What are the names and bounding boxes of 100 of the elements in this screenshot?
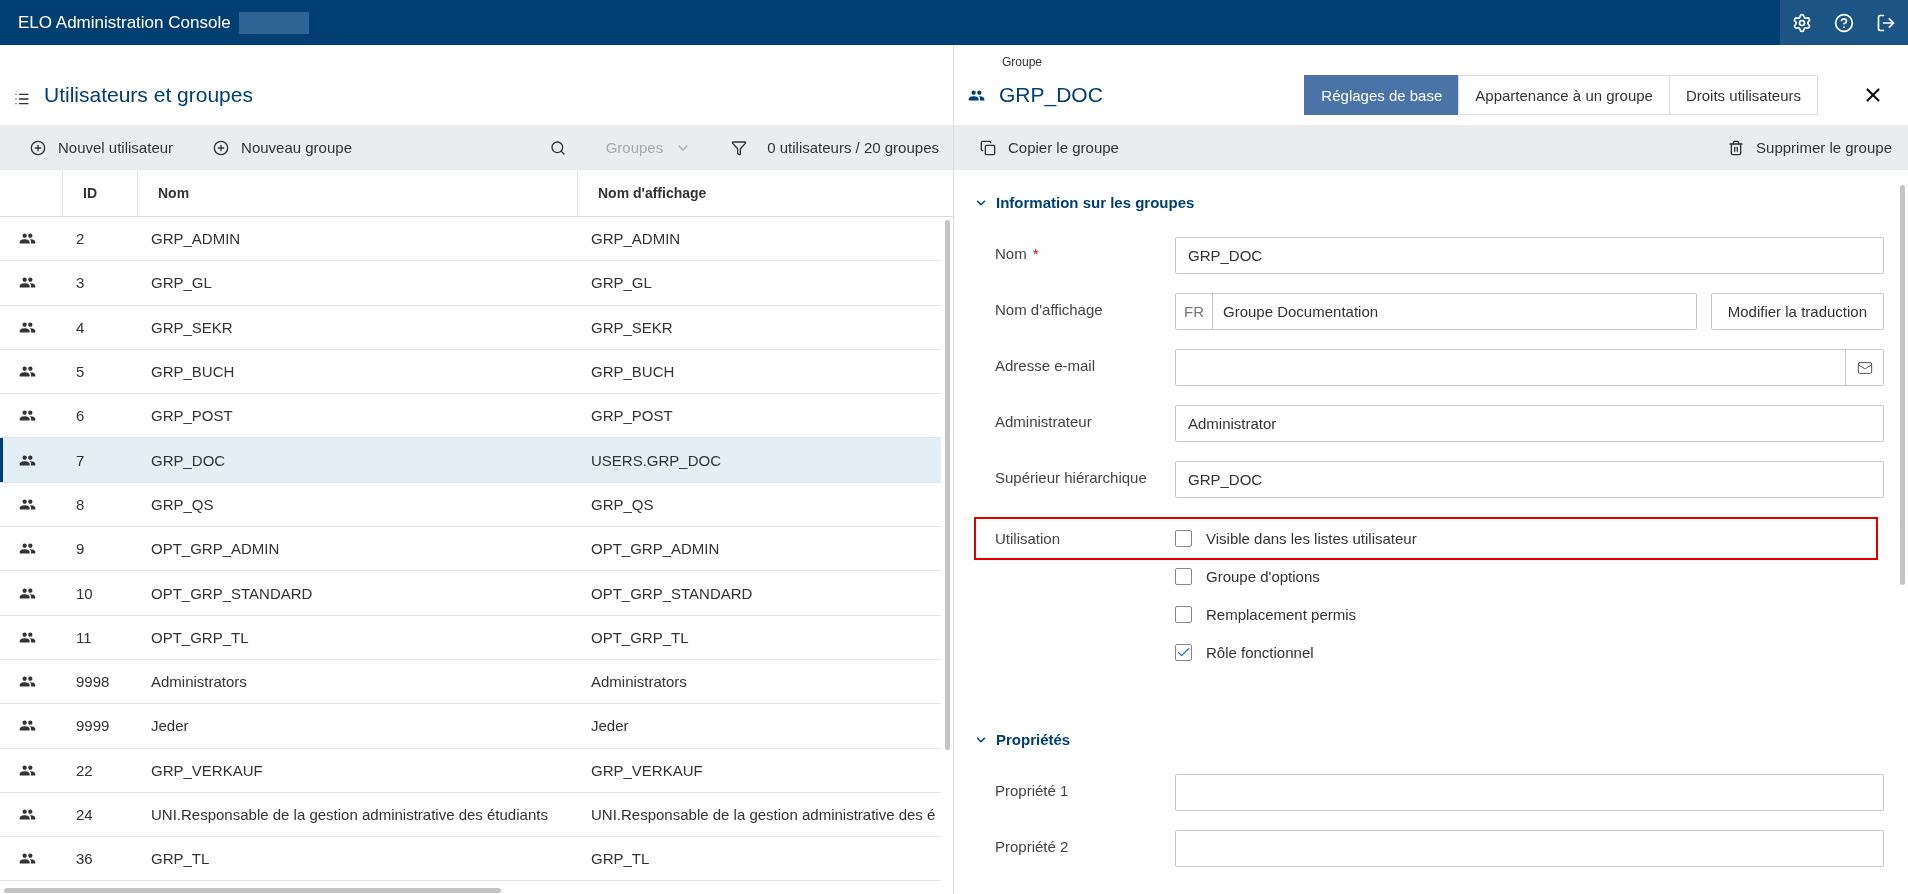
plus-circle-icon bbox=[213, 139, 230, 156]
text-field[interactable]: GRP_DOC bbox=[1175, 237, 1884, 274]
text-field[interactable]: Administrator bbox=[1175, 405, 1884, 442]
column-header[interactable]: ID bbox=[62, 170, 137, 216]
new-user-button[interactable]: Nouvel utilisateur bbox=[28, 135, 176, 160]
table-cell-text: GRP_TL bbox=[150, 849, 211, 870]
table-cell-text: Administrators bbox=[150, 672, 248, 693]
table-cell-text: GRP_BUCH bbox=[590, 362, 676, 383]
table-cell-text: 9999 bbox=[75, 716, 111, 737]
table-cell-text: 24 bbox=[75, 805, 94, 825]
text-field[interactable] bbox=[1175, 774, 1884, 811]
table-cell-text: GRP_SEKR bbox=[590, 317, 674, 338]
redacted-block bbox=[238, 11, 309, 34]
field-label: Nom d'affichage bbox=[995, 300, 1104, 318]
checkbox[interactable] bbox=[1175, 530, 1192, 547]
table-cell-text: GRP_VERKAUF bbox=[590, 760, 704, 781]
table-cell-text: GRP_ADMIN bbox=[590, 229, 682, 250]
table-cell-text: GRP_POST bbox=[150, 406, 234, 427]
table-row[interactable]: 7 GRP_DOC USERS.GRP_DOC bbox=[0, 438, 941, 483]
table-cell-text: GRP_BUCH bbox=[150, 362, 236, 383]
section-header[interactable]: Information sur les groupes bbox=[974, 180, 1884, 225]
app-title: ELO Administration Console bbox=[18, 12, 231, 33]
table-cell-text: GRP_ADMIN bbox=[150, 229, 242, 250]
table-cell-text: 2 bbox=[75, 229, 86, 250]
field-value: Groupe Documentation bbox=[1222, 302, 1380, 322]
table-cell-text: 9 bbox=[75, 539, 86, 560]
table-cell-text: OPT_GRP_TL bbox=[150, 627, 250, 648]
table-cell-text: GRP_GL bbox=[150, 273, 213, 294]
tab[interactable]: Appartenance à un groupe bbox=[1458, 75, 1670, 115]
table-cell-text: GRP_VERKAUF bbox=[150, 760, 264, 781]
field-label: Propriété 1 bbox=[995, 781, 1070, 799]
panel-title: Utilisateurs et groupes bbox=[44, 83, 253, 107]
table-cell-text: Jeder bbox=[150, 716, 190, 737]
table-cell-text: 22 bbox=[75, 760, 94, 781]
table-cell-text: OPT_GRP_STANDARD bbox=[590, 583, 754, 604]
mail-icon[interactable] bbox=[1845, 350, 1883, 385]
text-field[interactable]: GRP_DOC bbox=[1175, 461, 1884, 498]
list-icon bbox=[14, 91, 30, 107]
field-label: Nom * bbox=[995, 244, 1040, 262]
scrollbar[interactable] bbox=[945, 220, 950, 750]
table-cell-text: GRP_POST bbox=[590, 406, 674, 427]
table-cell-text: 9998 bbox=[75, 672, 111, 693]
table-cell-text: GRP_DOC bbox=[150, 450, 227, 471]
field-label: Adresse e-mail bbox=[995, 356, 1097, 374]
table-cell-text: 11 bbox=[75, 627, 93, 648]
email-field[interactable] bbox=[1175, 349, 1884, 386]
table-cell-text: 36 bbox=[75, 849, 94, 870]
checkbox[interactable] bbox=[1175, 606, 1192, 623]
plus-circle-icon bbox=[30, 139, 46, 156]
table-cell-text: OPT_GRP_STANDARD bbox=[150, 583, 314, 604]
section-header[interactable]: Propriétés bbox=[974, 717, 1884, 762]
checkbox-label: Visible dans les listes utilisateur bbox=[1206, 530, 1417, 547]
table-cell-text: 3 bbox=[75, 273, 86, 294]
checkbox-label: Rôle fonctionnel bbox=[1206, 644, 1314, 661]
table-cell-text: GRP_GL bbox=[590, 273, 653, 294]
table-cell-text: GRP_TL bbox=[590, 849, 651, 870]
table-cell-text: Jeder bbox=[590, 716, 630, 737]
language-code: FR bbox=[1176, 294, 1213, 329]
field-label: Supérieur hiérarchique bbox=[995, 468, 1148, 486]
trash-icon bbox=[1728, 139, 1745, 156]
table-cell-text: 8 bbox=[75, 494, 86, 515]
table-cell-text: 7 bbox=[75, 450, 86, 471]
breadcrumb: Groupe bbox=[1002, 55, 1044, 69]
checkbox-label: Groupe d'options bbox=[1206, 568, 1320, 585]
tab[interactable]: Réglages de base bbox=[1304, 75, 1460, 115]
text-field[interactable] bbox=[1175, 830, 1884, 867]
table-cell-text: 5 bbox=[75, 362, 86, 383]
scrollbar[interactable] bbox=[4, 888, 501, 893]
delete-group-button[interactable]: Supprimer le groupe bbox=[1726, 135, 1894, 160]
text-field[interactable]: FR Groupe Documentation bbox=[1175, 293, 1697, 330]
table-cell-text: 10 bbox=[75, 583, 94, 604]
table-cell-text: 6 bbox=[75, 406, 86, 427]
scrollbar[interactable] bbox=[1900, 185, 1905, 585]
table-cell-text: GRP_QS bbox=[590, 494, 655, 515]
table-cell-text: 4 bbox=[75, 317, 86, 338]
tab[interactable]: Droits utilisateurs bbox=[1668, 75, 1818, 115]
field-label: Utilisation bbox=[995, 530, 1061, 547]
table-cell-text: GRP_QS bbox=[150, 494, 215, 515]
new-group-button[interactable]: Nouveau groupe bbox=[211, 135, 354, 160]
table-cell-text: GRP_SEKR bbox=[150, 317, 234, 338]
column-header[interactable]: Nom d'affichage bbox=[577, 170, 953, 216]
field-label: Administrateur bbox=[995, 412, 1093, 430]
table-cell-text: OPT_GRP_TL bbox=[590, 627, 690, 648]
column-header[interactable]: Nom bbox=[137, 170, 577, 216]
result-count: 0 utilisateurs / 20 groupes bbox=[767, 139, 939, 156]
required-mark: * bbox=[1032, 245, 1039, 262]
checkbox-label: Remplacement permis bbox=[1206, 606, 1357, 623]
copy-icon bbox=[980, 139, 996, 156]
table-cell-text: OPT_GRP_ADMIN bbox=[150, 539, 281, 560]
table-cell-text: USERS.GRP_DOC bbox=[590, 450, 723, 471]
field-label: Propriété 2 bbox=[995, 837, 1070, 855]
table-cell-text: UNI.Responsable de la gestion administrative des étudiants bbox=[150, 805, 549, 825]
table-cell-text: UNI.Responsable de la gestion administrative des é bbox=[590, 805, 937, 825]
checkbox[interactable] bbox=[1175, 568, 1192, 585]
table-cell-text: Administrators bbox=[590, 672, 688, 693]
detail-title: GRP_DOC bbox=[999, 83, 1103, 107]
edit-translation-button[interactable]: Modifier la traduction bbox=[1710, 293, 1884, 330]
copy-group-button[interactable]: Copier le groupe bbox=[978, 135, 1121, 160]
checkbox[interactable] bbox=[1175, 644, 1192, 661]
table-cell-text: OPT_GRP_ADMIN bbox=[590, 539, 721, 560]
